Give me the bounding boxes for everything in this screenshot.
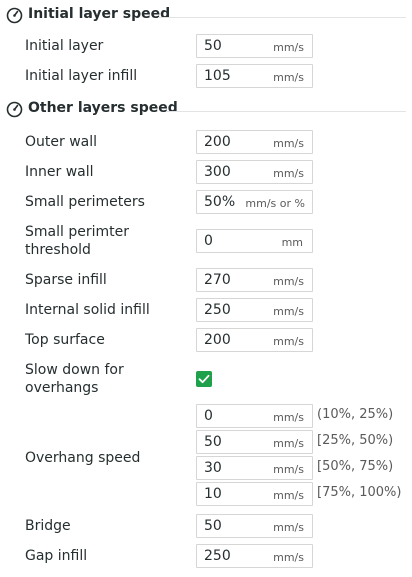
- bridge-value: 50: [204, 518, 222, 534]
- initial-layer-value: 50: [204, 38, 222, 54]
- outer-wall-input[interactable]: 200 mm/s: [196, 130, 313, 154]
- small-perimeter-threshold-input[interactable]: 0 mm: [196, 229, 313, 253]
- overhang-speed-input-3[interactable]: 30 mm/s: [196, 456, 313, 480]
- divider: [166, 111, 406, 112]
- unit-label: mm/s: [273, 551, 304, 564]
- unit-label: mm/s: [273, 71, 304, 84]
- unit-label: mm/s or %: [245, 197, 305, 210]
- inner-wall-label: Inner wall: [25, 164, 94, 180]
- small-perimeter-threshold-value: 0: [204, 233, 213, 249]
- internal-solid-infill-input[interactable]: 250 mm/s: [196, 298, 313, 322]
- initial-layer-input[interactable]: 50 mm/s: [196, 34, 313, 58]
- overhang-speed-value: 10: [204, 486, 222, 502]
- sparse-infill-input[interactable]: 270 mm/s: [196, 268, 313, 292]
- overhang-speed-value: 0: [204, 408, 213, 424]
- internal-solid-infill-value: 250: [204, 302, 231, 318]
- unit-label: mm/s: [273, 489, 304, 502]
- small-perimeter-threshold-label-line2: threshold: [25, 242, 91, 258]
- unit-label: mm/s: [273, 167, 304, 180]
- checkmark-icon: [198, 374, 210, 384]
- overhang-speed-label: Overhang speed: [25, 450, 141, 466]
- unit-label: mm/s: [273, 411, 304, 424]
- unit-label: mm/s: [273, 521, 304, 534]
- gauge-icon: [6, 101, 23, 118]
- small-perimeter-threshold-label-line1: Small perimter: [25, 224, 129, 240]
- unit-label: mm/s: [273, 463, 304, 476]
- slow-down-overhangs-checkbox[interactable]: [196, 371, 212, 387]
- unit-label: mm: [281, 236, 303, 249]
- gap-infill-value: 250: [204, 548, 231, 564]
- unit-label: mm/s: [273, 137, 304, 150]
- unit-label: mm/s: [273, 275, 304, 288]
- overhang-speed-input-2[interactable]: 50 mm/s: [196, 430, 313, 454]
- sparse-infill-value: 270: [204, 272, 231, 288]
- small-perimeters-value: 50%: [204, 194, 236, 210]
- unit-label: mm/s: [273, 305, 304, 318]
- slow-down-overhangs-label-line2: overhangs: [25, 380, 99, 396]
- top-surface-value: 200: [204, 332, 231, 348]
- unit-label: mm/s: [273, 335, 304, 348]
- overhang-speed-value: 30: [204, 460, 222, 476]
- top-surface-label: Top surface: [25, 332, 105, 348]
- initial-layer-label: Initial layer: [25, 38, 104, 54]
- internal-solid-infill-label: Internal solid infill: [25, 302, 150, 318]
- overhang-range-label: [50%, 75%): [317, 459, 394, 474]
- gap-infill-input[interactable]: 250 mm/s: [196, 544, 313, 568]
- unit-label: mm/s: [273, 437, 304, 450]
- divider: [158, 17, 406, 18]
- bridge-label: Bridge: [25, 518, 71, 534]
- section-title: Initial layer speed: [28, 6, 171, 22]
- overhang-range-label: (10%, 25%): [317, 407, 394, 422]
- gap-infill-label: Gap infill: [25, 548, 88, 564]
- initial-layer-infill-label: Initial layer infill: [25, 68, 138, 84]
- overhang-range-label: [25%, 50%): [317, 433, 394, 448]
- unit-label: mm/s: [273, 41, 304, 54]
- top-surface-input[interactable]: 200 mm/s: [196, 328, 313, 352]
- overhang-speed-value: 50: [204, 434, 222, 450]
- small-perimeters-input[interactable]: 50% mm/s or %: [196, 190, 313, 214]
- inner-wall-value: 300: [204, 164, 231, 180]
- initial-layer-infill-input[interactable]: 105 mm/s: [196, 64, 313, 88]
- slow-down-overhangs-label-line1: Slow down for: [25, 362, 124, 378]
- initial-layer-infill-value: 105: [204, 68, 231, 84]
- overhang-speed-input-4[interactable]: 10 mm/s: [196, 482, 313, 506]
- outer-wall-label: Outer wall: [25, 134, 98, 150]
- outer-wall-value: 200: [204, 134, 231, 150]
- inner-wall-input[interactable]: 300 mm/s: [196, 160, 313, 184]
- section-initial-layer-speed: Initial layer speed: [6, 4, 406, 26]
- small-perimeters-label: Small perimeters: [25, 194, 145, 210]
- sparse-infill-label: Sparse infill: [25, 272, 107, 288]
- section-other-layers-speed: Other layers speed: [6, 98, 406, 120]
- section-title: Other layers speed: [28, 100, 178, 116]
- gauge-icon: [6, 7, 23, 24]
- bridge-input[interactable]: 50 mm/s: [196, 514, 313, 538]
- overhang-speed-input-1[interactable]: 0 mm/s: [196, 404, 313, 428]
- overhang-range-label: [75%, 100%): [317, 485, 402, 500]
